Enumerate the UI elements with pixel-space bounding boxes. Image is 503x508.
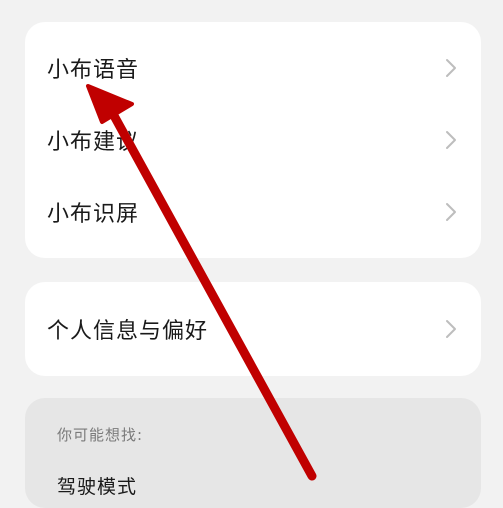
- suggestion-title: 你可能想找:: [57, 426, 144, 444]
- chevron-right-icon: [445, 58, 457, 78]
- suggestion-item-driving-mode[interactable]: 驾驶模式: [57, 472, 137, 499]
- settings-row-xiaobu-voice[interactable]: 小布语音: [25, 32, 481, 104]
- settings-row-xiaobu-suggestions[interactable]: 小布建议: [25, 104, 481, 176]
- settings-row-xiaobu-screen-recognition[interactable]: 小布识屏: [25, 176, 481, 248]
- row-label-xiaobu-suggestions: 小布建议: [47, 130, 140, 155]
- settings-card-assistant: 小布语音 小布建议 小布识屏: [25, 22, 481, 258]
- chevron-right-icon: [445, 130, 457, 150]
- chevron-right-icon: [445, 319, 457, 339]
- chevron-right-icon: [445, 202, 457, 222]
- settings-card-personal: 个人信息与偏好: [25, 282, 481, 376]
- settings-row-personal-info[interactable]: 个人信息与偏好: [25, 293, 481, 365]
- row-label-xiaobu-voice: 小布语音: [47, 58, 140, 83]
- row-label-xiaobu-screen-recognition: 小布识屏: [47, 202, 140, 227]
- row-label-personal-info: 个人信息与偏好: [47, 319, 209, 344]
- suggestion-card: 你可能想找: 驾驶模式: [25, 398, 481, 508]
